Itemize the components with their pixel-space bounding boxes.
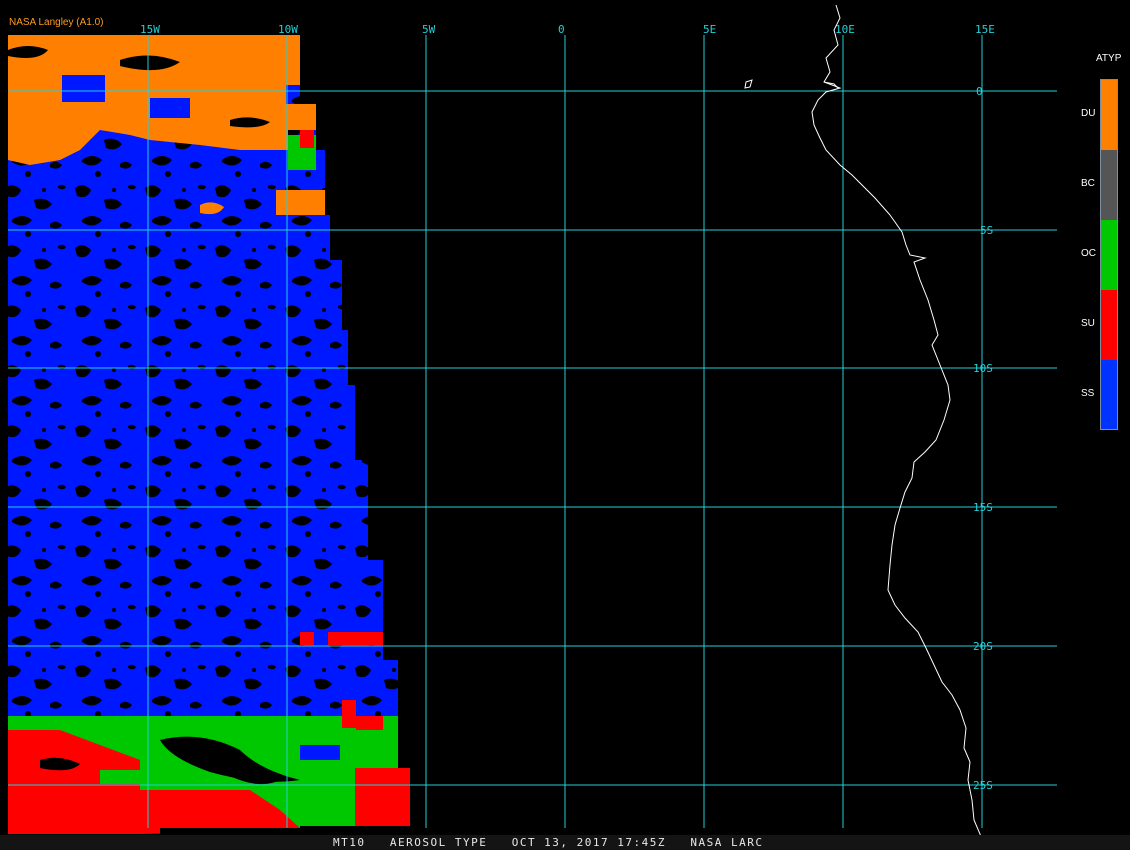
source-title: NASA Langley (A1.0) <box>9 17 104 28</box>
longitude-labels: 15W 10W 5W 0 5E 10E 15E <box>140 23 995 36</box>
status-bar: MT10 AEROSOL TYPE OCT 13, 2017 17:45Z NA… <box>0 835 1130 850</box>
lat-label: 15S <box>973 501 993 514</box>
lon-label: 5W <box>422 23 436 36</box>
lon-label: 0 <box>558 23 565 36</box>
lat-label: 0 <box>976 85 983 98</box>
legend-color-bar <box>1100 79 1118 430</box>
lon-label: 5E <box>703 23 716 36</box>
lat-label: 10S <box>973 362 993 375</box>
legend-swatch-ss <box>1101 360 1117 429</box>
legend-swatch-du <box>1101 80 1117 150</box>
product-caption: MT10 AEROSOL TYPE OCT 13, 2017 17:45Z NA… <box>333 836 764 849</box>
map-viewer: 15W 10W 5W 0 5E 10E 15E 0 5S 10S 15S 20S… <box>0 0 1130 850</box>
lon-label: 10W <box>278 23 298 36</box>
aerosol-type-map: 15W 10W 5W 0 5E 10E 15E 0 5S 10S 15S 20S… <box>8 4 1057 850</box>
legend-label-oc: OC <box>1081 248 1096 259</box>
legend-swatch-su <box>1101 290 1117 360</box>
lon-label: 15E <box>975 23 995 36</box>
lat-label: 5S <box>980 224 993 237</box>
legend-label-ss: SS <box>1081 388 1095 399</box>
legend-title: ATYP <box>1096 53 1122 64</box>
latitude-labels: 0 5S 10S 15S 20S 25S <box>973 85 993 792</box>
legend-swatch-bc <box>1101 150 1117 220</box>
aerosol-swath <box>8 35 410 834</box>
legend-swatch-oc <box>1101 220 1117 290</box>
lat-label: 25S <box>973 779 993 792</box>
coastline <box>744 4 985 850</box>
legend-label-du: DU <box>1081 108 1096 119</box>
lon-label: 15W <box>140 23 160 36</box>
legend-label-bc: BC <box>1081 178 1095 189</box>
legend-label-su: SU <box>1081 318 1095 329</box>
lat-label: 20S <box>973 640 993 653</box>
aerosol-type-legend: ATYP DU BC OC SU SS <box>1074 50 1124 440</box>
lon-label: 10E <box>835 23 855 36</box>
